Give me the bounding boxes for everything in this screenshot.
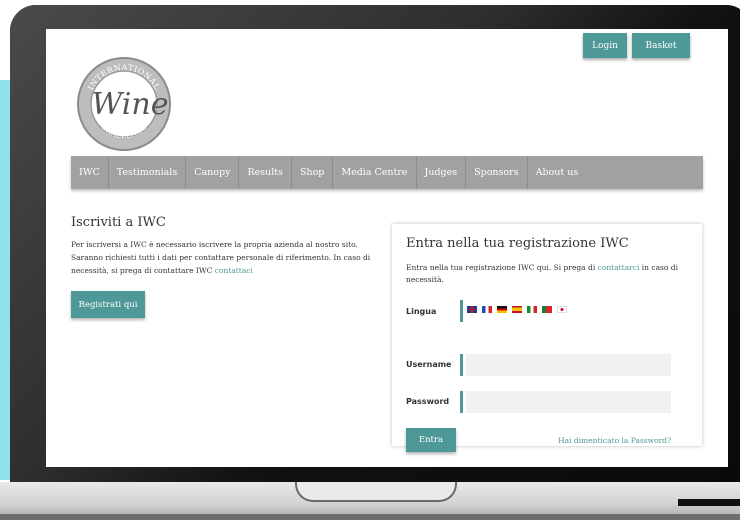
laptop-frame: INTERNATIONAL CHALLENGE Wine Login Baske… [10, 5, 740, 483]
contact-link[interactable]: contattaci [215, 266, 253, 275]
login-card: Entra nella tua registrazione IWC Entra … [392, 224, 702, 452]
nav-item-canopy[interactable]: Canopy [186, 156, 240, 189]
gb-flag-icon[interactable] [467, 306, 477, 313]
basket-button[interactable]: Basket [632, 33, 690, 58]
it-flag-icon[interactable] [527, 306, 537, 313]
jp-flag-icon[interactable] [557, 306, 567, 313]
language-label: Lingua [406, 307, 437, 316]
username-input[interactable] [466, 354, 671, 376]
password-input[interactable] [466, 391, 671, 413]
iwc-logo[interactable]: INTERNATIONAL CHALLENGE Wine [68, 48, 180, 160]
login-description: Entra nella tua registrazione IWC qui. S… [406, 263, 678, 284]
nav-item-sponsors[interactable]: Sponsors [466, 156, 528, 189]
nav-item-testimonials[interactable]: Testimonials [109, 156, 187, 189]
username-label: Username [406, 360, 452, 369]
login-heading: Entra nella tua registrazione IWC [406, 236, 629, 251]
forgot-password-link[interactable]: Hai dimenticato la Password? [558, 436, 671, 445]
nav-item-about-us[interactable]: About us [528, 156, 587, 189]
register-description: Per iscriversi a IWC è necessario iscriv… [71, 240, 371, 275]
login-button[interactable]: Login [583, 33, 627, 58]
nav-item-media-centre[interactable]: Media Centre [333, 156, 417, 189]
de-flag-icon[interactable] [497, 306, 507, 313]
browser-viewport: INTERNATIONAL CHALLENGE Wine Login Baske… [46, 29, 728, 467]
register-heading: Iscriviti a IWC [71, 215, 166, 230]
nav-item-results[interactable]: Results [239, 156, 292, 189]
laptop-lid-notch [295, 482, 457, 502]
register-button[interactable]: Registrati qui [71, 291, 145, 318]
password-label: Password [406, 397, 450, 406]
pt-flag-icon[interactable] [542, 306, 552, 313]
login-submit-button[interactable]: Entra [406, 428, 456, 452]
main-nav: IWC Testimonials Canopy Results Shop Med… [71, 156, 703, 189]
fr-flag-icon[interactable] [482, 306, 492, 313]
nav-item-shop[interactable]: Shop [292, 156, 334, 189]
nav-item-judges[interactable]: Judges [417, 156, 467, 189]
contact-us-link[interactable]: contattarci [598, 263, 640, 272]
nav-item-iwc[interactable]: IWC [71, 156, 109, 189]
es-flag-icon[interactable] [512, 306, 522, 313]
language-selector [467, 306, 567, 313]
logo-text-main: Wine [92, 87, 169, 122]
